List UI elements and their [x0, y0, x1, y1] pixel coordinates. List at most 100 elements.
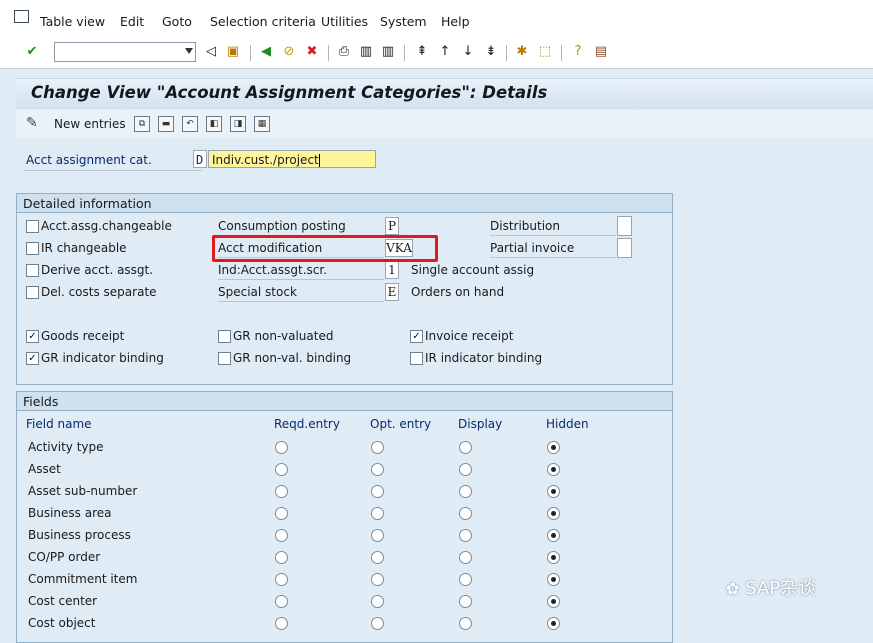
distribution-field[interactable]	[617, 216, 632, 236]
invoice-receipt-checkbox[interactable]: ✓	[410, 330, 423, 343]
select-all-icon[interactable]: ▦	[254, 116, 270, 132]
help-icon[interactable]: ?	[570, 44, 586, 60]
radio-hidden[interactable]	[547, 485, 560, 498]
derive-acct-assgt-checkbox[interactable]	[26, 264, 39, 277]
goods-receipt-checkbox[interactable]: ✓	[26, 330, 39, 343]
radio-hidden[interactable]	[547, 441, 560, 454]
gr-non-valuated-checkbox[interactable]	[218, 330, 231, 343]
radio-reqd-entry[interactable]	[275, 595, 288, 608]
menu-help[interactable]: Help	[441, 14, 470, 29]
radio-reqd-entry[interactable]	[275, 551, 288, 564]
last-page-icon[interactable]: ⇟	[483, 44, 499, 60]
title-bar: Change View "Account Assignment Categori…	[16, 78, 873, 109]
group-title: Detailed information	[23, 196, 152, 211]
radio-hidden[interactable]	[547, 551, 560, 564]
radio-opt-entry[interactable]	[371, 617, 384, 630]
delete-icon[interactable]: ▬	[158, 116, 174, 132]
radio-display[interactable]	[459, 573, 472, 586]
field-row-name: Business process	[28, 528, 131, 542]
special-stock-label: Special stock	[218, 283, 384, 302]
acct-assignment-cat-label: Acct assignment cat.	[26, 153, 152, 167]
customize-layout-icon[interactable]: ▤	[593, 44, 609, 60]
radio-reqd-entry[interactable]	[275, 507, 288, 520]
acct-assg-changeable-checkbox[interactable]	[26, 220, 39, 233]
find-next-icon[interactable]: ▥	[380, 44, 396, 60]
radio-display[interactable]	[459, 485, 472, 498]
radio-display[interactable]	[459, 529, 472, 542]
undo-change-icon[interactable]: ↶	[182, 116, 198, 132]
new-entries-icon[interactable]: ✎	[26, 115, 38, 131]
radio-reqd-entry[interactable]	[275, 617, 288, 630]
previous-entry-icon[interactable]: ◧	[206, 116, 222, 132]
first-page-icon[interactable]: ⇞	[414, 44, 430, 60]
acct-assignment-cat-description[interactable]: Indiv.cust./project	[208, 150, 376, 168]
checkbox-label: IR changeable	[41, 241, 127, 255]
previous-page-icon[interactable]: ↑	[437, 44, 453, 60]
ir-changeable-checkbox[interactable]	[26, 242, 39, 255]
next-page-icon[interactable]: ↓	[460, 44, 476, 60]
radio-opt-entry[interactable]	[371, 485, 384, 498]
ir-indicator-binding-checkbox[interactable]	[410, 352, 423, 365]
back-nav-icon[interactable]: ◁	[203, 44, 219, 60]
chevron-down-icon[interactable]	[185, 48, 193, 54]
new-entries-button[interactable]: New entries	[54, 117, 126, 131]
save-icon[interactable]: ▣	[225, 44, 241, 60]
acct-assignment-cat-code-value: D	[196, 153, 204, 167]
gr-indicator-binding-checkbox[interactable]: ✓	[26, 352, 39, 365]
radio-hidden[interactable]	[547, 617, 560, 630]
radio-opt-entry[interactable]	[371, 463, 384, 476]
radio-opt-entry[interactable]	[371, 551, 384, 564]
group-title: Fields	[23, 394, 59, 409]
partial-invoice-field[interactable]	[617, 238, 632, 258]
ind-acct-assgt-scr-field[interactable]: 1	[385, 261, 399, 279]
consumption-posting-label: Consumption posting	[218, 217, 384, 236]
radio-hidden[interactable]	[547, 507, 560, 520]
del-costs-separate-checkbox[interactable]	[26, 286, 39, 299]
radio-display[interactable]	[459, 617, 472, 630]
radio-hidden[interactable]	[547, 529, 560, 542]
radio-hidden[interactable]	[547, 595, 560, 608]
partial-invoice-label: Partial invoice	[490, 239, 616, 258]
print-icon[interactable]: ⎙	[336, 44, 352, 60]
shortcut-icon[interactable]: ⬚	[537, 44, 553, 60]
radio-opt-entry[interactable]	[371, 507, 384, 520]
menu-utilities[interactable]: Utilities	[321, 14, 368, 29]
radio-opt-entry[interactable]	[371, 441, 384, 454]
menu-edit[interactable]: Edit	[120, 14, 144, 29]
exit-icon[interactable]: ⊘	[281, 44, 297, 60]
radio-reqd-entry[interactable]	[275, 573, 288, 586]
radio-display[interactable]	[459, 507, 472, 520]
consumption-posting-field[interactable]: P	[385, 217, 399, 235]
radio-display[interactable]	[459, 441, 472, 454]
special-stock-field[interactable]: E	[385, 283, 399, 301]
checkbox-label: Derive acct. assgt.	[41, 263, 154, 277]
radio-hidden[interactable]	[547, 573, 560, 586]
menu-selection-criteria[interactable]: Selection criteria	[210, 14, 316, 29]
column-header-display: Display	[458, 417, 503, 431]
menu-table-view[interactable]: Table view	[40, 14, 105, 29]
cancel-icon[interactable]: ✖	[304, 44, 320, 60]
command-field[interactable]	[54, 42, 196, 62]
radio-reqd-entry[interactable]	[275, 529, 288, 542]
create-session-icon[interactable]: ✱	[514, 44, 530, 60]
enter-icon[interactable]: ✔	[24, 44, 40, 60]
radio-opt-entry[interactable]	[371, 595, 384, 608]
radio-hidden[interactable]	[547, 463, 560, 476]
radio-reqd-entry[interactable]	[275, 463, 288, 476]
radio-opt-entry[interactable]	[371, 573, 384, 586]
next-entry-icon[interactable]: ◨	[230, 116, 246, 132]
find-icon[interactable]: ▥	[358, 44, 374, 60]
radio-opt-entry[interactable]	[371, 529, 384, 542]
radio-display[interactable]	[459, 551, 472, 564]
radio-display[interactable]	[459, 595, 472, 608]
radio-display[interactable]	[459, 463, 472, 476]
menu-goto[interactable]: Goto	[162, 14, 192, 29]
gr-non-val-binding-checkbox[interactable]	[218, 352, 231, 365]
text-cursor	[318, 154, 320, 167]
back-icon[interactable]: ◀	[258, 44, 274, 60]
system-menu-icon[interactable]	[14, 10, 29, 23]
radio-reqd-entry[interactable]	[275, 441, 288, 454]
copy-icon[interactable]: ⧉	[134, 116, 150, 132]
radio-reqd-entry[interactable]	[275, 485, 288, 498]
menu-system[interactable]: System	[380, 14, 427, 29]
